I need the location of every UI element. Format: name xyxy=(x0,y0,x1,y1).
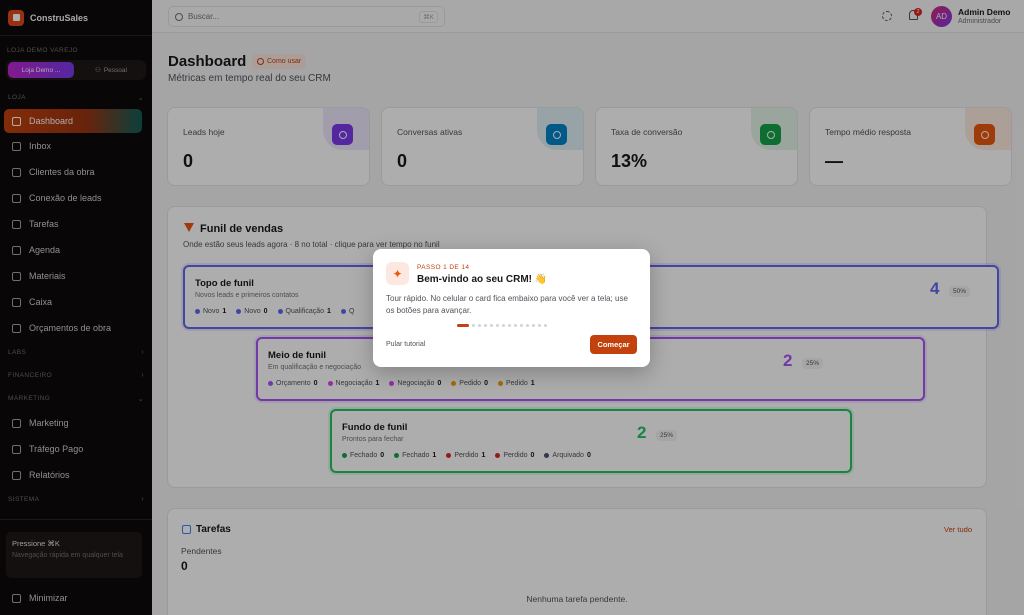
progress-dot xyxy=(490,324,493,327)
tour-step: PASSO 1 DE 14 xyxy=(417,264,470,271)
progress-dot xyxy=(526,324,529,327)
tour-modal: ✦ PASSO 1 DE 14 Bem-vindo ao seu CRM! 👋 … xyxy=(373,249,650,367)
tour-progress-dots xyxy=(457,324,547,327)
progress-dot xyxy=(520,324,523,327)
progress-dot xyxy=(544,324,547,327)
progress-dot xyxy=(484,324,487,327)
progress-dot xyxy=(532,324,535,327)
tour-title: Bem-vindo ao seu CRM! 👋 xyxy=(417,274,548,285)
progress-dot xyxy=(514,324,517,327)
progress-dot xyxy=(508,324,511,327)
sparkles-icon: ✦ xyxy=(386,262,409,285)
progress-dot xyxy=(502,324,505,327)
progress-dot xyxy=(478,324,481,327)
progress-dot xyxy=(496,324,499,327)
progress-dot xyxy=(457,324,469,327)
tour-body: Tour rápido. No celular o card fica emba… xyxy=(386,294,628,315)
progress-dot xyxy=(472,324,475,327)
skip-tutorial-button[interactable]: Pular tutorial xyxy=(386,341,425,348)
progress-dot xyxy=(538,324,541,327)
start-button[interactable]: Começar xyxy=(590,335,637,354)
